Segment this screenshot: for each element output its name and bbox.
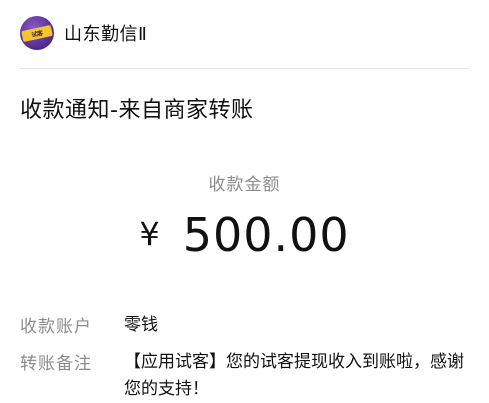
amount-display: ¥500.00 [0, 208, 489, 262]
account-row: 收款账户 零钱 [20, 312, 469, 339]
header-divider [20, 68, 469, 69]
remark-row: 转账备注 【应用试客】您的试客提现收入到账啦，感谢您的支持！ [20, 349, 469, 403]
brand-logo-icon[interactable]: 试客 [20, 16, 54, 50]
remark-value: 【应用试客】您的试客提现收入到账啦，感谢您的支持！ [124, 352, 464, 399]
currency-symbol: ¥ [139, 215, 161, 253]
remark-label: 转账备注 [20, 354, 92, 374]
amount-value: 500.00 [182, 208, 350, 262]
account-header[interactable]: 试客 山东勤信Ⅱ [20, 14, 147, 52]
amount-label: 收款金额 [208, 175, 281, 195]
avatar-logo-text: 试客 [21, 24, 53, 42]
account-value: 零钱 [124, 315, 158, 335]
account-name[interactable]: 山东勤信Ⅱ [64, 20, 147, 46]
account-label: 收款账户 [20, 317, 92, 337]
notification-title: 收款通知-来自商家转账 [20, 98, 254, 123]
